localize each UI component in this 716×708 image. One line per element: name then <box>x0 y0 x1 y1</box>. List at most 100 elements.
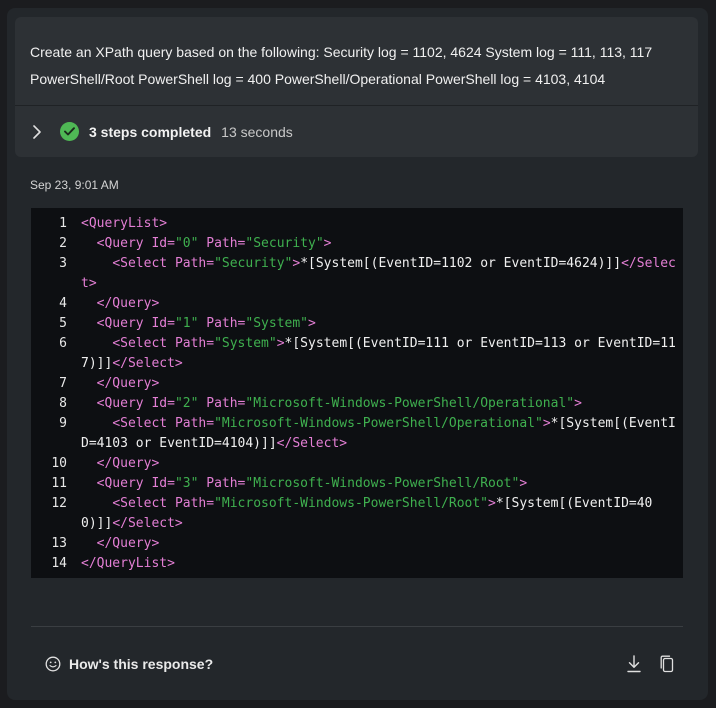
line-number: 14 <box>51 556 67 571</box>
code-token: <Query <box>96 316 144 331</box>
code-token: > <box>323 236 332 251</box>
footer-divider <box>31 626 683 627</box>
code-token: <Query <box>96 476 144 491</box>
message-timestamp: Sep 23, 9:01 AM <box>30 178 119 192</box>
line-number: 7 <box>59 376 67 391</box>
code-line: 5 <Query Id="1" Path="System"> <box>31 314 683 334</box>
code-token: Path= <box>206 396 246 411</box>
code-token: </Select> <box>276 436 348 451</box>
code-token: Path= <box>174 336 215 351</box>
code-token: > <box>542 416 551 431</box>
feedback-button[interactable]: How's this response? <box>45 653 213 675</box>
code-line: 11 <Query Id="3" Path="Microsoft-Windows… <box>31 474 683 494</box>
line-number: 12 <box>51 496 67 511</box>
code-token: "1" <box>174 316 199 331</box>
code-token: Id= <box>151 316 175 331</box>
steps-duration: 13 seconds <box>221 123 293 140</box>
code-block: 1 <QueryList> 2 <Query Id="0" Path="Securi… <box>31 208 683 578</box>
code-token: <QueryList> <box>81 216 168 231</box>
check-circle-icon <box>60 122 79 141</box>
code-token: </Query> <box>96 536 160 551</box>
code-token: Id= <box>151 476 175 491</box>
code-line: 1 <QueryList> <box>31 214 683 234</box>
code-token: </Query> <box>96 456 160 471</box>
code-token: Path= <box>206 236 246 251</box>
code-token: "System" <box>245 316 309 331</box>
code-token: > <box>292 256 301 271</box>
line-number: 3 <box>59 256 67 271</box>
code-token: > <box>519 476 528 491</box>
code-token: <Select <box>112 336 168 351</box>
code-token: Path= <box>206 476 246 491</box>
code-token: </Select> <box>112 356 183 371</box>
code-token: </Query> <box>96 296 160 311</box>
line-number: 4 <box>59 296 67 311</box>
code-token: "Microsoft-Windows-PowerShell/Operationa… <box>214 416 543 431</box>
code-token: "2" <box>174 396 199 411</box>
line-number: 10 <box>51 456 67 471</box>
code-line: 10 </Query> <box>31 454 683 474</box>
code-line: 4 </Query> <box>31 294 683 314</box>
code-token: "System" <box>214 336 277 351</box>
code-token: > <box>574 396 582 411</box>
code-token: </Query> <box>96 376 160 391</box>
code-token: "Microsoft-Windows-PowerShell/Root" <box>245 476 520 491</box>
prompt-card: Create an XPath query based on the follo… <box>15 17 698 157</box>
code-line: 8 <Query Id="2" Path="Microsoft-Windows-… <box>31 394 683 414</box>
code-token: "Security" <box>214 256 293 271</box>
code-token: </QueryList> <box>81 556 175 571</box>
steps-toggle[interactable]: 3 steps completed 13 seconds <box>15 106 698 157</box>
code-token: <Select <box>112 256 168 271</box>
code-token: > <box>488 496 496 511</box>
line-number: 9 <box>59 416 67 431</box>
prompt-line-1: Create an XPath query based on the follo… <box>30 44 653 60</box>
code-token: Id= <box>151 236 175 251</box>
line-number: 8 <box>59 396 67 411</box>
code-line: 9 <Select Path="Microsoft-Windows-PowerS… <box>31 414 683 454</box>
code-line: 7 </Query> <box>31 374 683 394</box>
download-icon[interactable] <box>625 654 643 674</box>
code-line: 12 <Select Path="Microsoft-Windows-Power… <box>31 494 683 534</box>
code-token: <Query <box>96 396 144 411</box>
feedback-label: How's this response? <box>69 656 214 672</box>
code-token: <Select <box>112 496 168 511</box>
line-number: 11 <box>51 476 67 491</box>
code-token: "Microsoft-Windows-PowerShell/Root" <box>214 496 489 511</box>
code-token: </Select> <box>112 516 183 531</box>
code-token: "3" <box>174 476 199 491</box>
code-token: Id= <box>151 396 175 411</box>
chevron-right-icon[interactable] <box>30 124 44 139</box>
copy-icon[interactable] <box>658 654 676 674</box>
code-token: > <box>276 336 285 351</box>
line-number: 13 <box>51 536 67 551</box>
code-line: 2 <Query Id="0" Path="Security"> <box>31 234 683 254</box>
response-panel: Create an XPath query based on the follo… <box>7 8 708 700</box>
code-token: "0" <box>174 236 199 251</box>
code-token: "Security" <box>245 236 324 251</box>
code-token: Path= <box>206 316 246 331</box>
prompt-line-2: PowerShell/Root PowerShell log = 400 Pow… <box>30 71 606 87</box>
line-number: 1 <box>59 216 67 231</box>
code-token: <Query <box>96 236 144 251</box>
code-line: 6 <Select Path="System">*[System[(EventI… <box>31 334 683 374</box>
code-line: 14 </QueryList> <box>31 554 683 574</box>
line-number: 2 <box>59 236 67 251</box>
code-token: "Microsoft-Windows-PowerShell/Operationa… <box>245 396 575 411</box>
code-token: *[System[(EventID=1102 or EventID=4624)]… <box>300 256 622 271</box>
line-number: 5 <box>59 316 67 331</box>
